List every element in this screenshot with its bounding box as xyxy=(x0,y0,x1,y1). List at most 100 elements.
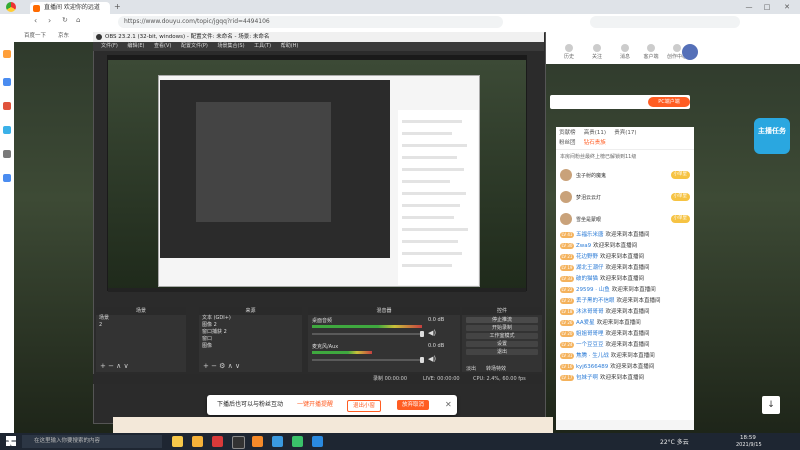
chat-nickname[interactable]: 包妹子啊 xyxy=(576,375,598,381)
chat-nickname[interactable]: Zwa9 xyxy=(576,243,591,249)
menu-tools[interactable]: 工具(T) xyxy=(254,43,271,49)
rank-item[interactable]: 雪坐是蒙眼 小单皇 xyxy=(556,208,694,230)
forward-icon[interactable]: › xyxy=(48,16,51,25)
obs-taskbar-icon[interactable] xyxy=(232,436,245,449)
mic-icon[interactable]: ◀) xyxy=(428,355,436,363)
chat-text: 欢迎来到本直播间 xyxy=(605,331,650,337)
chat-nickname[interactable]: 花边野野 xyxy=(576,254,598,260)
chat-input[interactable] xyxy=(556,420,694,430)
chat-nickname[interactable]: 五福乐米唐 xyxy=(576,232,604,238)
tab-fans[interactable]: 粉丝团 xyxy=(556,138,579,148)
app-icon[interactable] xyxy=(312,436,323,447)
source-item[interactable]: 文本 (GDI+) xyxy=(199,315,302,322)
transition-fade[interactable]: 淡出 xyxy=(466,365,476,372)
source-item[interactable]: 图像 2 xyxy=(199,322,302,329)
scene-item[interactable]: 2 xyxy=(96,322,186,329)
volume-slider[interactable] xyxy=(312,331,424,337)
header-history[interactable]: 历史 xyxy=(558,44,580,60)
popup-link[interactable]: 一键开播提醒 xyxy=(297,395,333,415)
weibo-icon[interactable] xyxy=(3,102,11,110)
browser-tab[interactable]: 直播间 欢迎你的远道 xyxy=(30,2,110,14)
weather[interactable]: 22°C 多云 xyxy=(660,437,689,446)
history-icon[interactable] xyxy=(3,78,11,86)
transition-effects[interactable]: 转场特效 xyxy=(486,365,506,372)
source-item[interactable]: 图像 xyxy=(199,343,302,350)
back-icon[interactable]: ‹ xyxy=(34,16,37,25)
menu-help[interactable]: 帮助(H) xyxy=(281,43,299,49)
settings-button[interactable]: 设置 xyxy=(466,341,538,347)
volume-slider[interactable] xyxy=(312,357,424,363)
mail-icon[interactable] xyxy=(3,126,11,134)
tab-contribution[interactable]: 贡献榜 xyxy=(556,128,579,138)
user-avatar[interactable] xyxy=(682,44,698,60)
download-icon[interactable] xyxy=(3,174,11,182)
url-input[interactable]: https://www.douyu.com/topic/jgqq?rid=449… xyxy=(118,16,503,28)
chat-nickname[interactable]: 丢子黑的不信眼 xyxy=(576,298,615,304)
exit-button[interactable]: 退出 xyxy=(466,349,538,355)
tab-diamond[interactable]: 钻石贵族 xyxy=(581,138,609,148)
app-icon[interactable] xyxy=(192,436,203,447)
menu-scene-collection[interactable]: 场景集合(S) xyxy=(217,43,244,49)
app-icon[interactable] xyxy=(212,436,223,447)
maximize-button[interactable]: □ xyxy=(762,2,772,12)
speaker-icon[interactable]: ◀) xyxy=(428,329,436,337)
back-to-top-icon[interactable]: ↓ xyxy=(762,396,780,414)
bookmark-baidu[interactable]: 百度一下 xyxy=(24,30,46,42)
menu-view[interactable]: 查看(V) xyxy=(154,43,171,49)
studio-mode-button[interactable]: 工作室模式 xyxy=(466,333,538,339)
app-icon[interactable] xyxy=(252,436,263,447)
chat-message: LV 20 姐姐哥哥哩 欢迎来到本直播间 xyxy=(556,329,694,340)
client-icon xyxy=(647,44,655,52)
chat-nickname[interactable]: 湖北王潮仔 xyxy=(576,265,604,271)
pc-client-button[interactable]: PC端户端 xyxy=(648,97,690,107)
folder-icon[interactable] xyxy=(172,436,183,447)
star-icon[interactable] xyxy=(3,50,11,58)
notes-icon[interactable] xyxy=(3,150,11,158)
scene-item[interactable]: 场景 xyxy=(96,315,186,322)
chat-nickname[interactable]: 破的猫猫 xyxy=(576,276,598,282)
chat-nickname[interactable]: 焦腾 · 生儿战 xyxy=(576,353,609,359)
close-button[interactable]: ✕ xyxy=(782,2,792,12)
chat-nickname[interactable]: 沐沐哥哥哥 xyxy=(576,309,604,315)
start-recording-button[interactable]: 开始录制 xyxy=(466,325,538,331)
app-icon[interactable] xyxy=(272,436,283,447)
exit-mini-window-button[interactable]: 退出小窗 xyxy=(347,400,382,412)
menu-profile[interactable]: 配置文件(P) xyxy=(181,43,208,49)
cancel-button[interactable]: 放弃取消 xyxy=(397,400,430,410)
slider-knob[interactable] xyxy=(420,357,424,363)
tab-noble[interactable]: 高贵(11) xyxy=(581,128,609,138)
tab-vip[interactable]: 贵宾(17) xyxy=(611,128,639,138)
stop-streaming-button[interactable]: 停止推流 xyxy=(466,317,538,323)
header-follow[interactable]: 关注 xyxy=(586,44,608,60)
audio-meter xyxy=(312,351,372,354)
new-tab-button[interactable]: + xyxy=(114,2,124,12)
header-messages[interactable]: 消息 xyxy=(614,44,636,60)
close-icon[interactable]: ✕ xyxy=(445,395,452,415)
chat-nickname[interactable]: AA爱星 xyxy=(576,320,595,326)
windows-start-icon[interactable] xyxy=(6,436,16,446)
stream-end-popup: 下播后也可以与粉丝互动 一键开播提醒 退出小窗 放弃取消 ✕ xyxy=(207,395,457,415)
chat-nickname[interactable]: 29599 · 山鱼 xyxy=(576,287,610,293)
rank-item[interactable]: 梦泪云云灯 小单皇 xyxy=(556,186,694,208)
source-item[interactable]: 窗口捕获 2 xyxy=(199,329,302,336)
scene-toolbar[interactable]: + − ∧ ∨ xyxy=(100,362,129,370)
source-toolbar[interactable]: + − ⚙ ∧ ∨ xyxy=(203,362,240,370)
chat-nickname[interactable]: 姐姐哥哥哩 xyxy=(576,331,604,337)
menu-edit[interactable]: 编辑(E) xyxy=(127,43,144,49)
source-item[interactable]: 窗口 xyxy=(199,336,302,343)
home-icon[interactable]: ⌂ xyxy=(76,16,80,24)
reload-icon[interactable]: ↻ xyxy=(62,16,68,24)
chat-nickname[interactable]: 一个豆豆豆 xyxy=(576,342,604,348)
browser-logo-icon[interactable] xyxy=(6,2,16,12)
rank-item[interactable]: 虫子射的魔鬼 小单皇 xyxy=(556,164,694,186)
minimize-button[interactable]: — xyxy=(744,2,754,12)
taskbar-search-input[interactable]: 在这里输入你要搜索的内容 xyxy=(22,435,162,448)
bookmark-jd[interactable]: 京东 xyxy=(58,30,69,42)
anchor-task-badge[interactable]: 主播任务 xyxy=(754,118,790,154)
menu-file[interactable]: 文件(F) xyxy=(101,43,118,49)
browser-search-input[interactable] xyxy=(590,16,740,28)
header-client[interactable]: 客户端 xyxy=(640,44,662,60)
slider-knob[interactable] xyxy=(420,331,424,337)
wechat-icon[interactable] xyxy=(292,436,303,447)
chat-nickname[interactable]: kyj6366489 xyxy=(576,364,608,370)
